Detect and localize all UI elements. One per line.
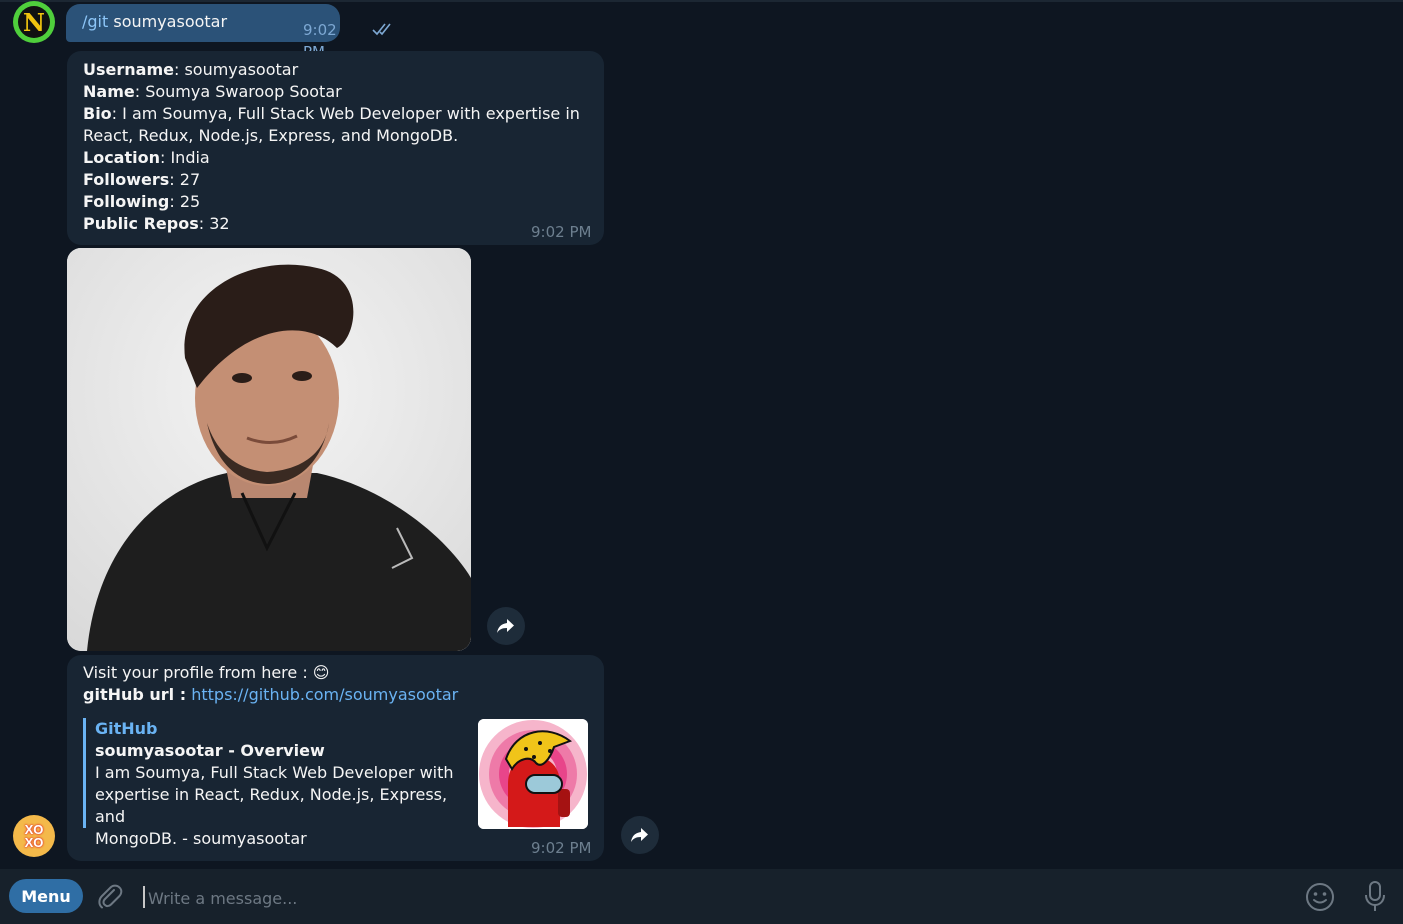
- info-label: Followers: [83, 170, 170, 189]
- preview-description-line: MongoDB. - soumyasootar: [95, 829, 307, 848]
- info-label: Bio: [83, 104, 112, 123]
- message-time: 9:02 PM: [531, 839, 592, 857]
- info-value: : I am Soumya, Full Stack Web Developer …: [111, 104, 580, 123]
- command-text: /git soumyasootar: [82, 11, 227, 33]
- preview-site-name: GitHub: [95, 719, 158, 738]
- message-time: 9:02 PM: [531, 223, 592, 241]
- github-url-label: gitHub url :: [83, 685, 187, 704]
- github-url-line: gitHub url : https://github.com/soumyaso…: [83, 684, 458, 706]
- info-value: : 32: [198, 214, 230, 233]
- info-value: : India: [159, 148, 210, 167]
- bot-avatar[interactable]: XO XO: [13, 815, 55, 857]
- bot-avatar-text: XO: [24, 835, 44, 850]
- preview-description-line: expertise in React, Redux, Node.js, Expr…: [95, 785, 448, 826]
- microphone-icon[interactable]: [1364, 881, 1386, 913]
- incoming-link-message[interactable]: Visit your profile from here : 😊 gitHub …: [67, 655, 604, 861]
- info-label: Location: [83, 148, 160, 167]
- outgoing-command-message[interactable]: /git soumyasootar 9:02 PM: [66, 4, 391, 61]
- forward-arrow-icon: [631, 828, 648, 842]
- share-button[interactable]: [621, 816, 659, 854]
- info-row-location: Location: India: [83, 147, 583, 169]
- info-value: React, Redux, Node.js, Express, and Mong…: [83, 126, 459, 145]
- info-row-name: Name: Soumya Swaroop Sootar: [83, 81, 583, 103]
- share-button[interactable]: [487, 607, 525, 645]
- info-value: : Soumya Swaroop Sootar: [134, 82, 342, 101]
- text-cursor: [143, 886, 145, 908]
- user-avatar-letter: N: [18, 6, 50, 38]
- person-photo-icon: [67, 248, 471, 651]
- incoming-profile-info-message[interactable]: Username: soumyasootar Name: Soumya Swar…: [67, 51, 604, 245]
- info-label: Public Repos: [83, 214, 199, 233]
- command-argument: soumyasootar: [108, 12, 228, 31]
- info-label: Following: [83, 192, 170, 211]
- forward-arrow-icon: [497, 619, 514, 633]
- preview-description-line: I am Soumya, Full Stack Web Developer wi…: [95, 763, 454, 782]
- preview-thumbnail[interactable]: [478, 719, 588, 829]
- info-value: : 25: [169, 192, 201, 211]
- info-row-bio-cont: React, Redux, Node.js, Express, and Mong…: [83, 125, 583, 147]
- message-composer: Menu: [0, 869, 1403, 924]
- double-check-icon: [372, 23, 391, 36]
- top-divider: [0, 0, 1403, 2]
- visit-profile-text: Visit your profile from here : 😊: [83, 663, 330, 682]
- user-avatar[interactable]: N: [13, 1, 55, 43]
- among-us-avatar-icon: [478, 719, 588, 829]
- github-url-link[interactable]: https://github.com/soumyasootar: [191, 685, 458, 704]
- profile-photo[interactable]: [67, 248, 471, 651]
- message-input[interactable]: [146, 883, 1250, 913]
- command-link[interactable]: /git: [82, 12, 108, 31]
- info-value: : 27: [169, 170, 201, 189]
- info-value: : soumyasootar: [173, 60, 299, 79]
- emoji-icon[interactable]: [1305, 882, 1335, 912]
- info-row-following: Following: 25: [83, 191, 583, 213]
- info-row-bio: Bio: I am Soumya, Full Stack Web Develop…: [83, 103, 583, 125]
- info-row-username: Username: soumyasootar: [83, 59, 583, 81]
- paperclip-icon[interactable]: [96, 883, 124, 911]
- info-label: Username: [83, 60, 174, 79]
- info-label: Name: [83, 82, 135, 101]
- profile-info-lines: Username: soumyasootar Name: Soumya Swar…: [83, 59, 583, 235]
- info-row-followers: Followers: 27: [83, 169, 583, 191]
- preview-title: soumyasootar - Overview: [95, 741, 325, 760]
- link-preview[interactable]: GitHub soumyasootar - Overview I am Soum…: [83, 718, 463, 848]
- info-row-public-repos: Public Repos: 32: [83, 213, 583, 235]
- menu-button[interactable]: Menu: [9, 879, 83, 913]
